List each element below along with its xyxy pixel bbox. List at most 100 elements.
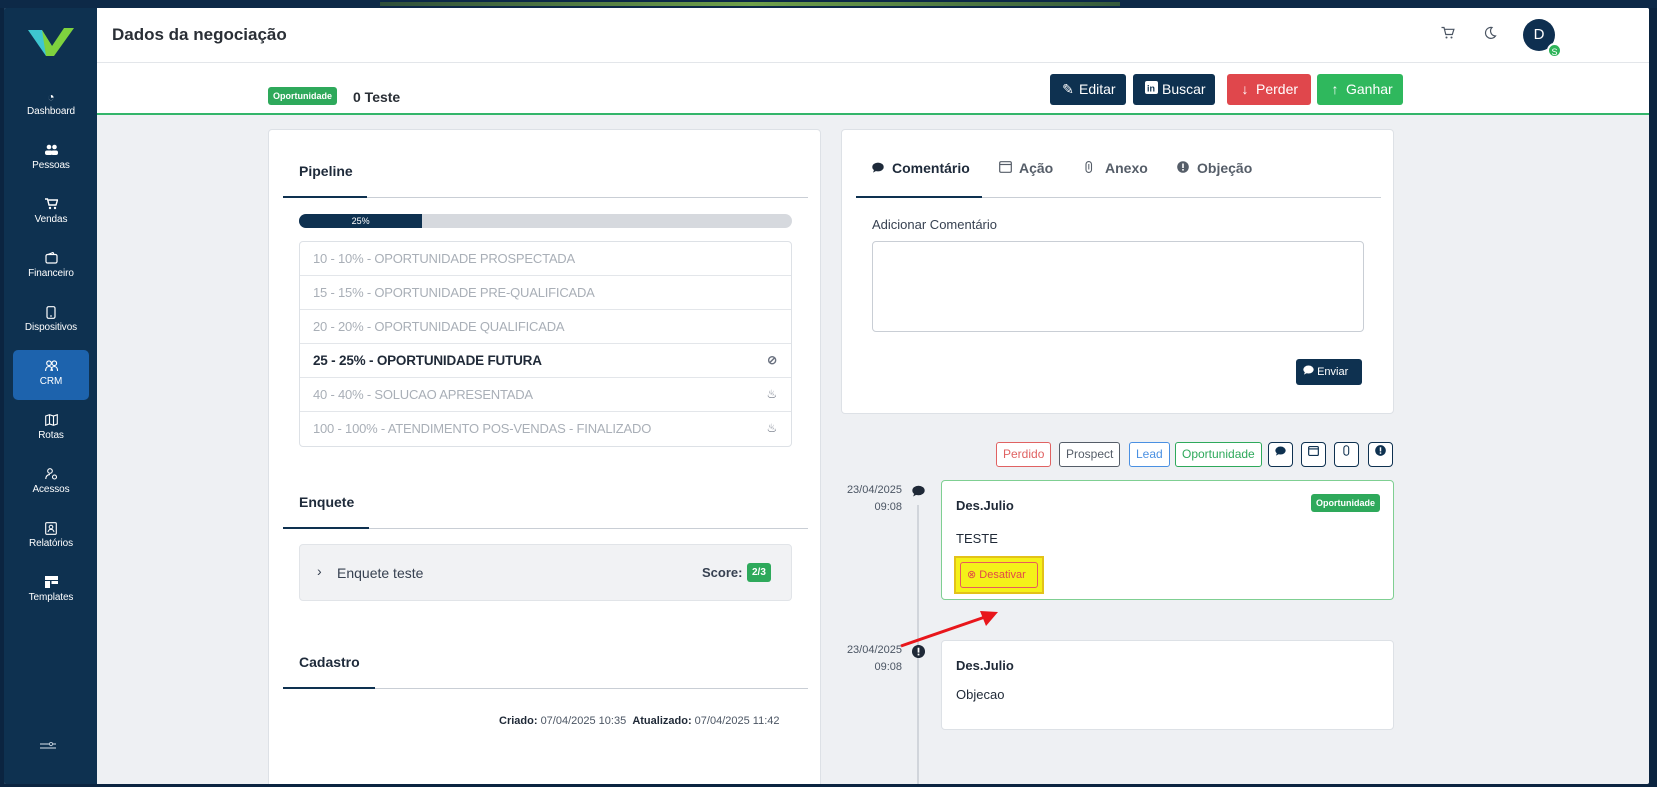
sidebar-item-vendas[interactable]: Vendas: [13, 192, 89, 242]
arrow-down-icon: ↓: [1241, 81, 1249, 97]
filter-calendar-icon[interactable]: [1301, 442, 1326, 467]
win-button[interactable]: ↑ Ganhar: [1317, 74, 1403, 105]
report-icon: [44, 522, 58, 536]
tab-underline: [283, 687, 375, 689]
progress-fill: 25%: [299, 214, 423, 228]
pipeline-title: Pipeline: [299, 163, 353, 179]
tab-objecao[interactable]: Objeção: [1177, 160, 1252, 176]
alert-icon: [1177, 161, 1191, 176]
users-icon: [44, 360, 58, 374]
stage-item[interactable]: 10 - 10% - OPORTUNIDADE PROSPECTADA: [300, 242, 791, 276]
filter-alert-icon[interactable]: [1368, 442, 1393, 467]
people-icon: [44, 144, 58, 158]
cadastro-title: Cadastro: [299, 654, 360, 670]
deal-name: 0 Teste: [353, 89, 401, 105]
search-button[interactable]: in Buscar: [1133, 74, 1215, 105]
settings-sliders-icon[interactable]: [40, 741, 58, 751]
stage-label: 20 - 20% - OPORTUNIDADE QUALIFICADA: [313, 319, 565, 334]
comment-textarea[interactable]: [872, 241, 1364, 332]
search-button-label: Buscar: [1162, 81, 1206, 97]
pipeline-stage-list: 10 - 10% - OPORTUNIDADE PROSPECTADA 15 -…: [299, 241, 792, 447]
cart-icon: [44, 198, 58, 212]
sidebar-item-templates[interactable]: Templates: [13, 570, 89, 620]
linkedin-icon: in: [1143, 74, 1159, 105]
stage-label: 15 - 15% - OPORTUNIDADE PRE-QUALIFICADA: [313, 285, 595, 300]
browser-strip: [0, 0, 1657, 8]
sidebar: ◔ Dashboard Pessoas Vendas Financeiro Di…: [4, 8, 97, 784]
app-window: ◔ Dashboard Pessoas Vendas Financeiro Di…: [4, 8, 1649, 784]
stage-label: 100 - 100% - ATENDIMENTO POS-VENDAS - FI…: [313, 421, 652, 436]
sidebar-item-dashboard[interactable]: ◔ Dashboard: [13, 84, 89, 134]
sidebar-item-label: Dashboard: [26, 106, 76, 117]
tab-underline: [283, 527, 369, 529]
stage-label: 10 - 10% - OPORTUNIDADE PROSPECTADA: [313, 251, 575, 266]
activity-card: Comentário Ação Anexo Objeção Adicionar …: [841, 129, 1394, 414]
cart-icon[interactable]: [1439, 26, 1457, 44]
tab-label: Objeção: [1197, 160, 1253, 176]
sidebar-item-label: Rotas: [38, 430, 64, 441]
tab-anexo[interactable]: Anexo: [1085, 160, 1148, 176]
stage-item[interactable]: 20 - 20% - OPORTUNIDADE QUALIFICADA: [300, 310, 791, 344]
timeline-entry-objection: Des.Julio Objecao: [941, 640, 1394, 730]
sidebar-item-label: Pessoas: [32, 160, 70, 171]
svg-text:in: in: [1147, 84, 1155, 94]
filter-chip-oportunidade[interactable]: Oportunidade: [1175, 442, 1262, 467]
send-button[interactable]: Enviar: [1296, 359, 1362, 385]
edit-button[interactable]: ✎ Editar: [1050, 74, 1126, 105]
top-header: Dados da negociação D S: [97, 8, 1649, 63]
comment-icon: [912, 485, 925, 498]
map-icon: [44, 413, 58, 428]
stage-item-current[interactable]: 25 - 25% - OPORTUNIDADE FUTURA ⊘: [300, 344, 791, 378]
enquete-title: Enquete: [299, 494, 355, 510]
updated-label: Atualizado:: [632, 715, 692, 727]
arrow-up-icon: ↑: [1331, 81, 1339, 97]
sidebar-item-financeiro[interactable]: Financeiro: [13, 246, 89, 296]
alert-icon: [912, 645, 925, 658]
timeline-time: 09:08: [874, 661, 902, 673]
pencil-icon: ✎: [1062, 81, 1074, 97]
gauge-icon: ◔: [47, 90, 55, 104]
stage-label: 40 - 40% - SOLUCAO APRESENTADA: [313, 387, 533, 402]
flame-icon: ♨: [766, 421, 777, 435]
enquete-accordion[interactable]: › Enquete teste Score: 2/3: [299, 544, 792, 601]
tab-comentario[interactable]: Comentário: [872, 160, 970, 176]
filter-chip-perdido[interactable]: Perdido: [996, 442, 1052, 467]
record-timestamps: Criado: 07/04/2025 10:35 Atualizado: 07/…: [499, 715, 780, 727]
tab-underline: [283, 196, 367, 198]
stage-item[interactable]: 100 - 100% - ATENDIMENTO POS-VENDAS - FI…: [300, 412, 791, 446]
filter-chip-lead[interactable]: Lead: [1129, 442, 1170, 467]
page-title: Dados da negociação: [112, 25, 287, 44]
timeline-date: 23/04/2025: [846, 644, 902, 656]
stage-item[interactable]: 15 - 15% - OPORTUNIDADE PRE-QUALIFICADA: [300, 276, 791, 310]
created-value: 07/04/2025 10:35: [540, 715, 627, 727]
filter-chip-prospect[interactable]: Prospect: [1059, 442, 1121, 467]
sidebar-item-pessoas[interactable]: Pessoas: [13, 138, 89, 188]
sidebar-item-label: Templates: [28, 592, 74, 603]
entry-author: Des.Julio: [956, 498, 1014, 513]
sidebar-item-relatorios[interactable]: Relatórios: [13, 516, 89, 566]
tab-label: Anexo: [1105, 160, 1148, 176]
flame-icon: ♨: [766, 387, 777, 401]
highlight-box: ⊗ Desativar: [954, 556, 1044, 594]
deactivate-button[interactable]: ⊗ Desativar: [960, 562, 1038, 588]
lose-button[interactable]: ↓ Perder: [1227, 74, 1311, 105]
stage-item[interactable]: 40 - 40% - SOLUCAO APRESENTADA ♨: [300, 378, 791, 412]
timeline-entry-comment: Des.Julio Oportunidade TESTE ⊗ Desativar: [941, 480, 1394, 600]
sidebar-item-crm[interactable]: CRM: [13, 350, 89, 400]
check-circle-icon: ⊘: [767, 353, 777, 367]
sidebar-item-dispositivos[interactable]: Dispositivos: [13, 300, 89, 350]
phone-icon: [44, 306, 58, 320]
moon-icon[interactable]: [1481, 26, 1499, 44]
score-label: Score:: [702, 565, 743, 580]
stage-label: 25 - 25% - OPORTUNIDADE FUTURA: [313, 353, 542, 368]
filter-paperclip-icon[interactable]: [1334, 442, 1359, 467]
sidebar-item-acessos[interactable]: Acessos: [13, 462, 89, 512]
lose-button-label: Perder: [1256, 81, 1299, 97]
paperclip-icon: [1085, 161, 1099, 176]
avatar-status-badge: S: [1547, 43, 1562, 58]
sidebar-item-rotas[interactable]: Rotas: [13, 408, 89, 458]
filter-comment-icon[interactable]: [1268, 442, 1293, 467]
tab-acao[interactable]: Ação: [999, 160, 1053, 176]
timeline-time: 09:08: [874, 501, 902, 513]
entry-author: Des.Julio: [956, 658, 1014, 673]
